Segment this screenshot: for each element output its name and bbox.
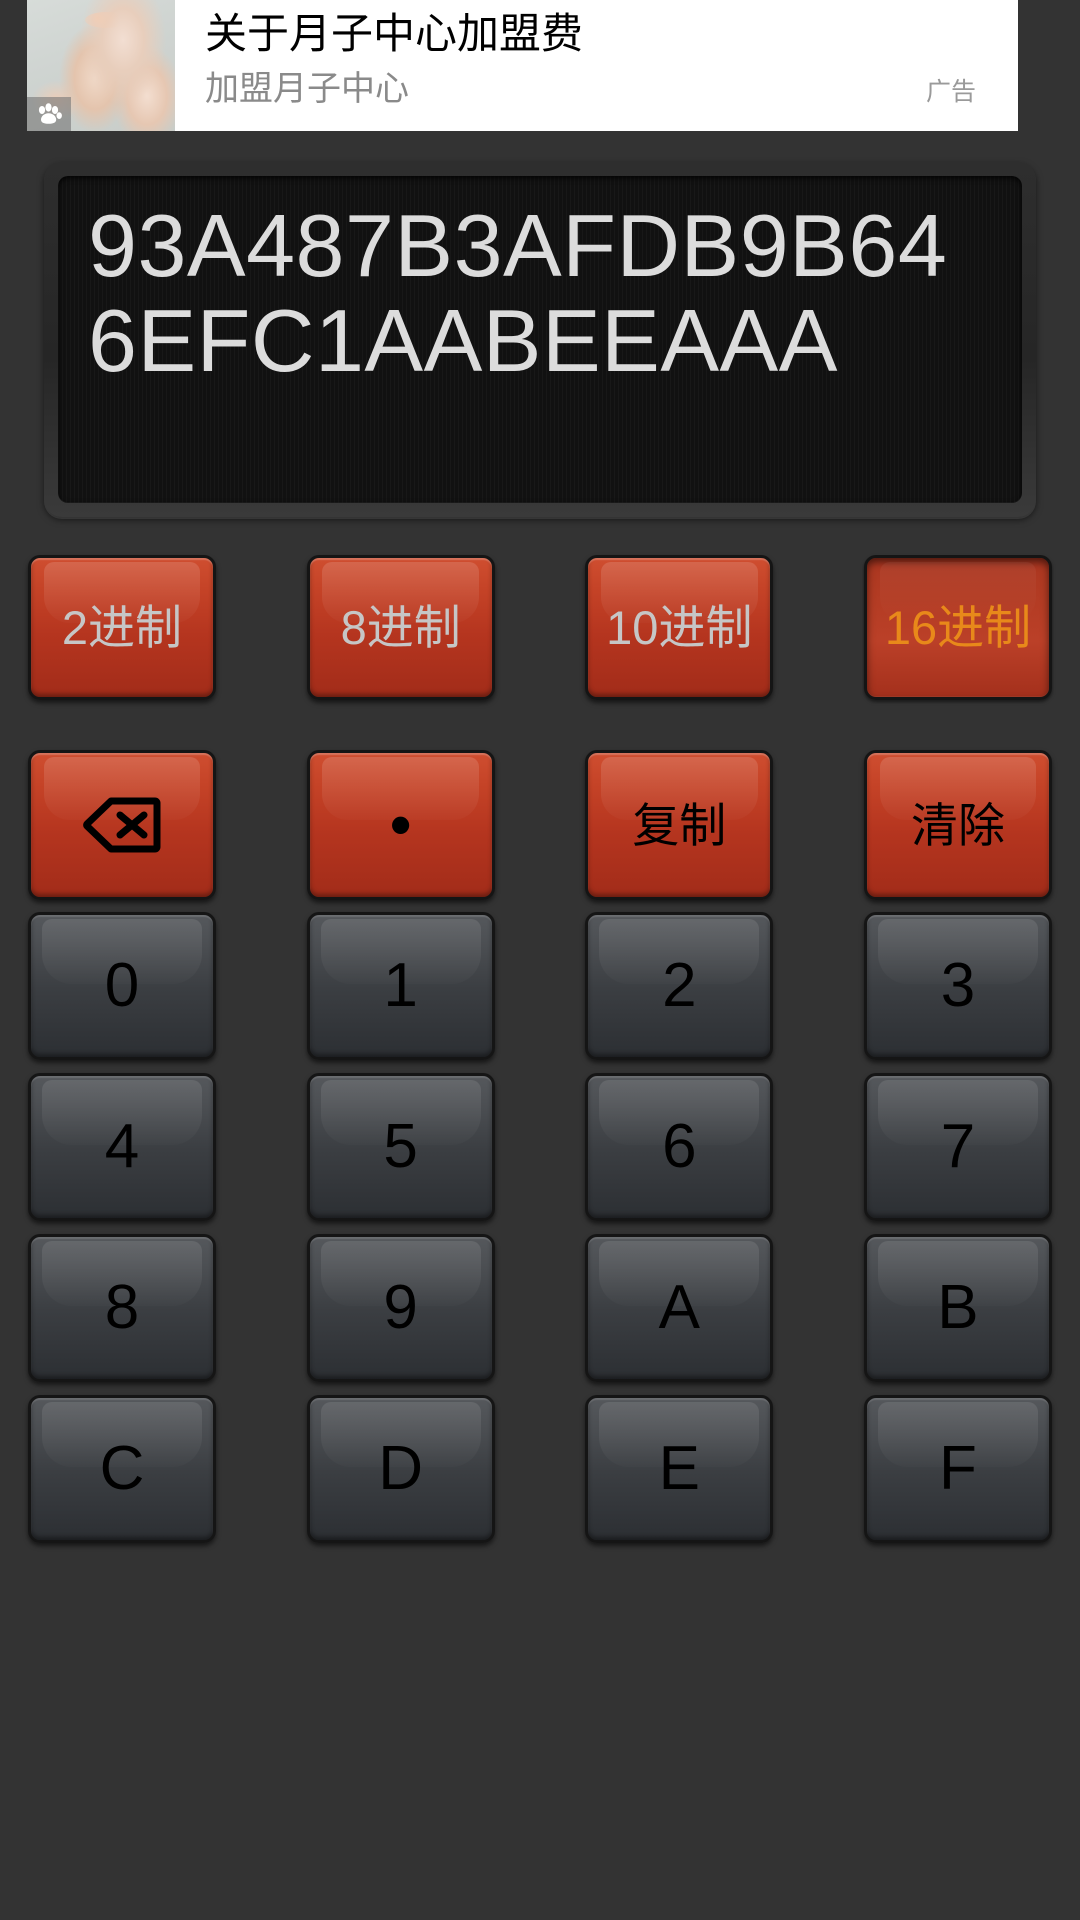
- key-f[interactable]: F: [863, 1395, 1052, 1543]
- ad-subtitle: 加盟月子中心: [205, 70, 409, 108]
- copy-button-label: 复制: [632, 798, 727, 852]
- key-6[interactable]: 6: [585, 1073, 774, 1221]
- ad-banner[interactable]: 关于月子中心加盟费 加盟月子中心 广告: [27, 0, 1018, 131]
- clear-button-label: 清除: [910, 798, 1005, 852]
- key-c[interactable]: C: [28, 1395, 216, 1543]
- key-4-label: 4: [104, 1112, 140, 1181]
- key-5[interactable]: 5: [306, 1073, 495, 1221]
- key-4[interactable]: 4: [28, 1073, 216, 1221]
- key-0[interactable]: 0: [28, 912, 216, 1060]
- key-c-label: C: [99, 1434, 145, 1503]
- display-panel: 93A487B3AFDB9B646EFC1AABEEAAA: [44, 162, 1036, 517]
- ad-title: 关于月子中心加盟费: [205, 10, 584, 57]
- base-button-8-label: 8进制: [340, 601, 461, 654]
- backspace-button[interactable]: [28, 750, 216, 900]
- keypad-row-0: 0 1 2 3: [0, 912, 1080, 1060]
- key-2-label: 2: [662, 951, 697, 1020]
- base-button-2[interactable]: 2进制: [28, 555, 216, 700]
- key-f-label: F: [939, 1434, 977, 1503]
- key-7-label: 7: [940, 1112, 976, 1181]
- ad-meta-row: 加盟月子中心 广告: [205, 64, 1018, 117]
- dot-button-label: •: [390, 791, 412, 858]
- base-button-16-label: 16进制: [884, 601, 1032, 654]
- app-root: 关于月子中心加盟费 加盟月子中心 广告 93A487B3AFDB9B646EFC…: [0, 0, 1080, 1920]
- key-b[interactable]: B: [863, 1234, 1052, 1382]
- key-9-label: 9: [383, 1273, 418, 1342]
- key-b-label: B: [937, 1273, 979, 1342]
- key-3-label: 3: [940, 951, 976, 1020]
- base-button-10-label: 10进制: [606, 601, 753, 654]
- display-screen[interactable]: 93A487B3AFDB9B646EFC1AABEEAAA: [58, 176, 1022, 503]
- key-e[interactable]: E: [585, 1395, 774, 1543]
- base-selector-row: 2进制 8进制 10进制 16进制: [0, 555, 1080, 700]
- key-8-label: 8: [104, 1273, 140, 1342]
- key-d-label: D: [378, 1434, 424, 1503]
- paw-print-icon: [27, 97, 71, 131]
- base-button-8[interactable]: 8进制: [306, 555, 495, 700]
- key-a-label: A: [658, 1273, 700, 1342]
- clear-button[interactable]: 清除: [863, 750, 1052, 900]
- display-value: 93A487B3AFDB9B646EFC1AABEEAAA: [88, 196, 948, 390]
- key-0-label: 0: [104, 951, 140, 1020]
- ad-thumbnail[interactable]: [27, 0, 175, 131]
- keypad: 2进制 8进制 10进制 16进制 • 复制 清除 0 1 2 3 4 5 6 …: [0, 555, 1080, 1556]
- keypad-row-3: C D E F: [0, 1395, 1080, 1543]
- key-9[interactable]: 9: [306, 1234, 495, 1382]
- key-d[interactable]: D: [306, 1395, 495, 1543]
- base-button-16[interactable]: 16进制: [863, 555, 1052, 700]
- key-a[interactable]: A: [585, 1234, 774, 1382]
- keypad-row-1: 4 5 6 7: [0, 1073, 1080, 1221]
- base-button-2-label: 2进制: [61, 601, 183, 654]
- key-e-label: E: [658, 1434, 700, 1503]
- base-button-10[interactable]: 10进制: [585, 555, 774, 700]
- key-8[interactable]: 8: [28, 1234, 216, 1382]
- key-5-label: 5: [383, 1112, 418, 1181]
- ad-label-badge: 广告: [925, 78, 976, 106]
- dot-button[interactable]: •: [306, 750, 495, 900]
- key-7[interactable]: 7: [863, 1073, 1052, 1221]
- key-2[interactable]: 2: [585, 912, 774, 1060]
- key-1[interactable]: 1: [306, 912, 495, 1060]
- backspace-icon: [83, 797, 161, 853]
- key-3[interactable]: 3: [863, 912, 1052, 1060]
- keypad-row-2: 8 9 A B: [0, 1234, 1080, 1382]
- function-row: • 复制 清除: [0, 750, 1080, 900]
- key-6-label: 6: [662, 1112, 697, 1181]
- copy-button[interactable]: 复制: [585, 750, 774, 900]
- key-1-label: 1: [383, 951, 418, 1020]
- ad-text-block: 关于月子中心加盟费 加盟月子中心 广告: [175, 0, 1018, 131]
